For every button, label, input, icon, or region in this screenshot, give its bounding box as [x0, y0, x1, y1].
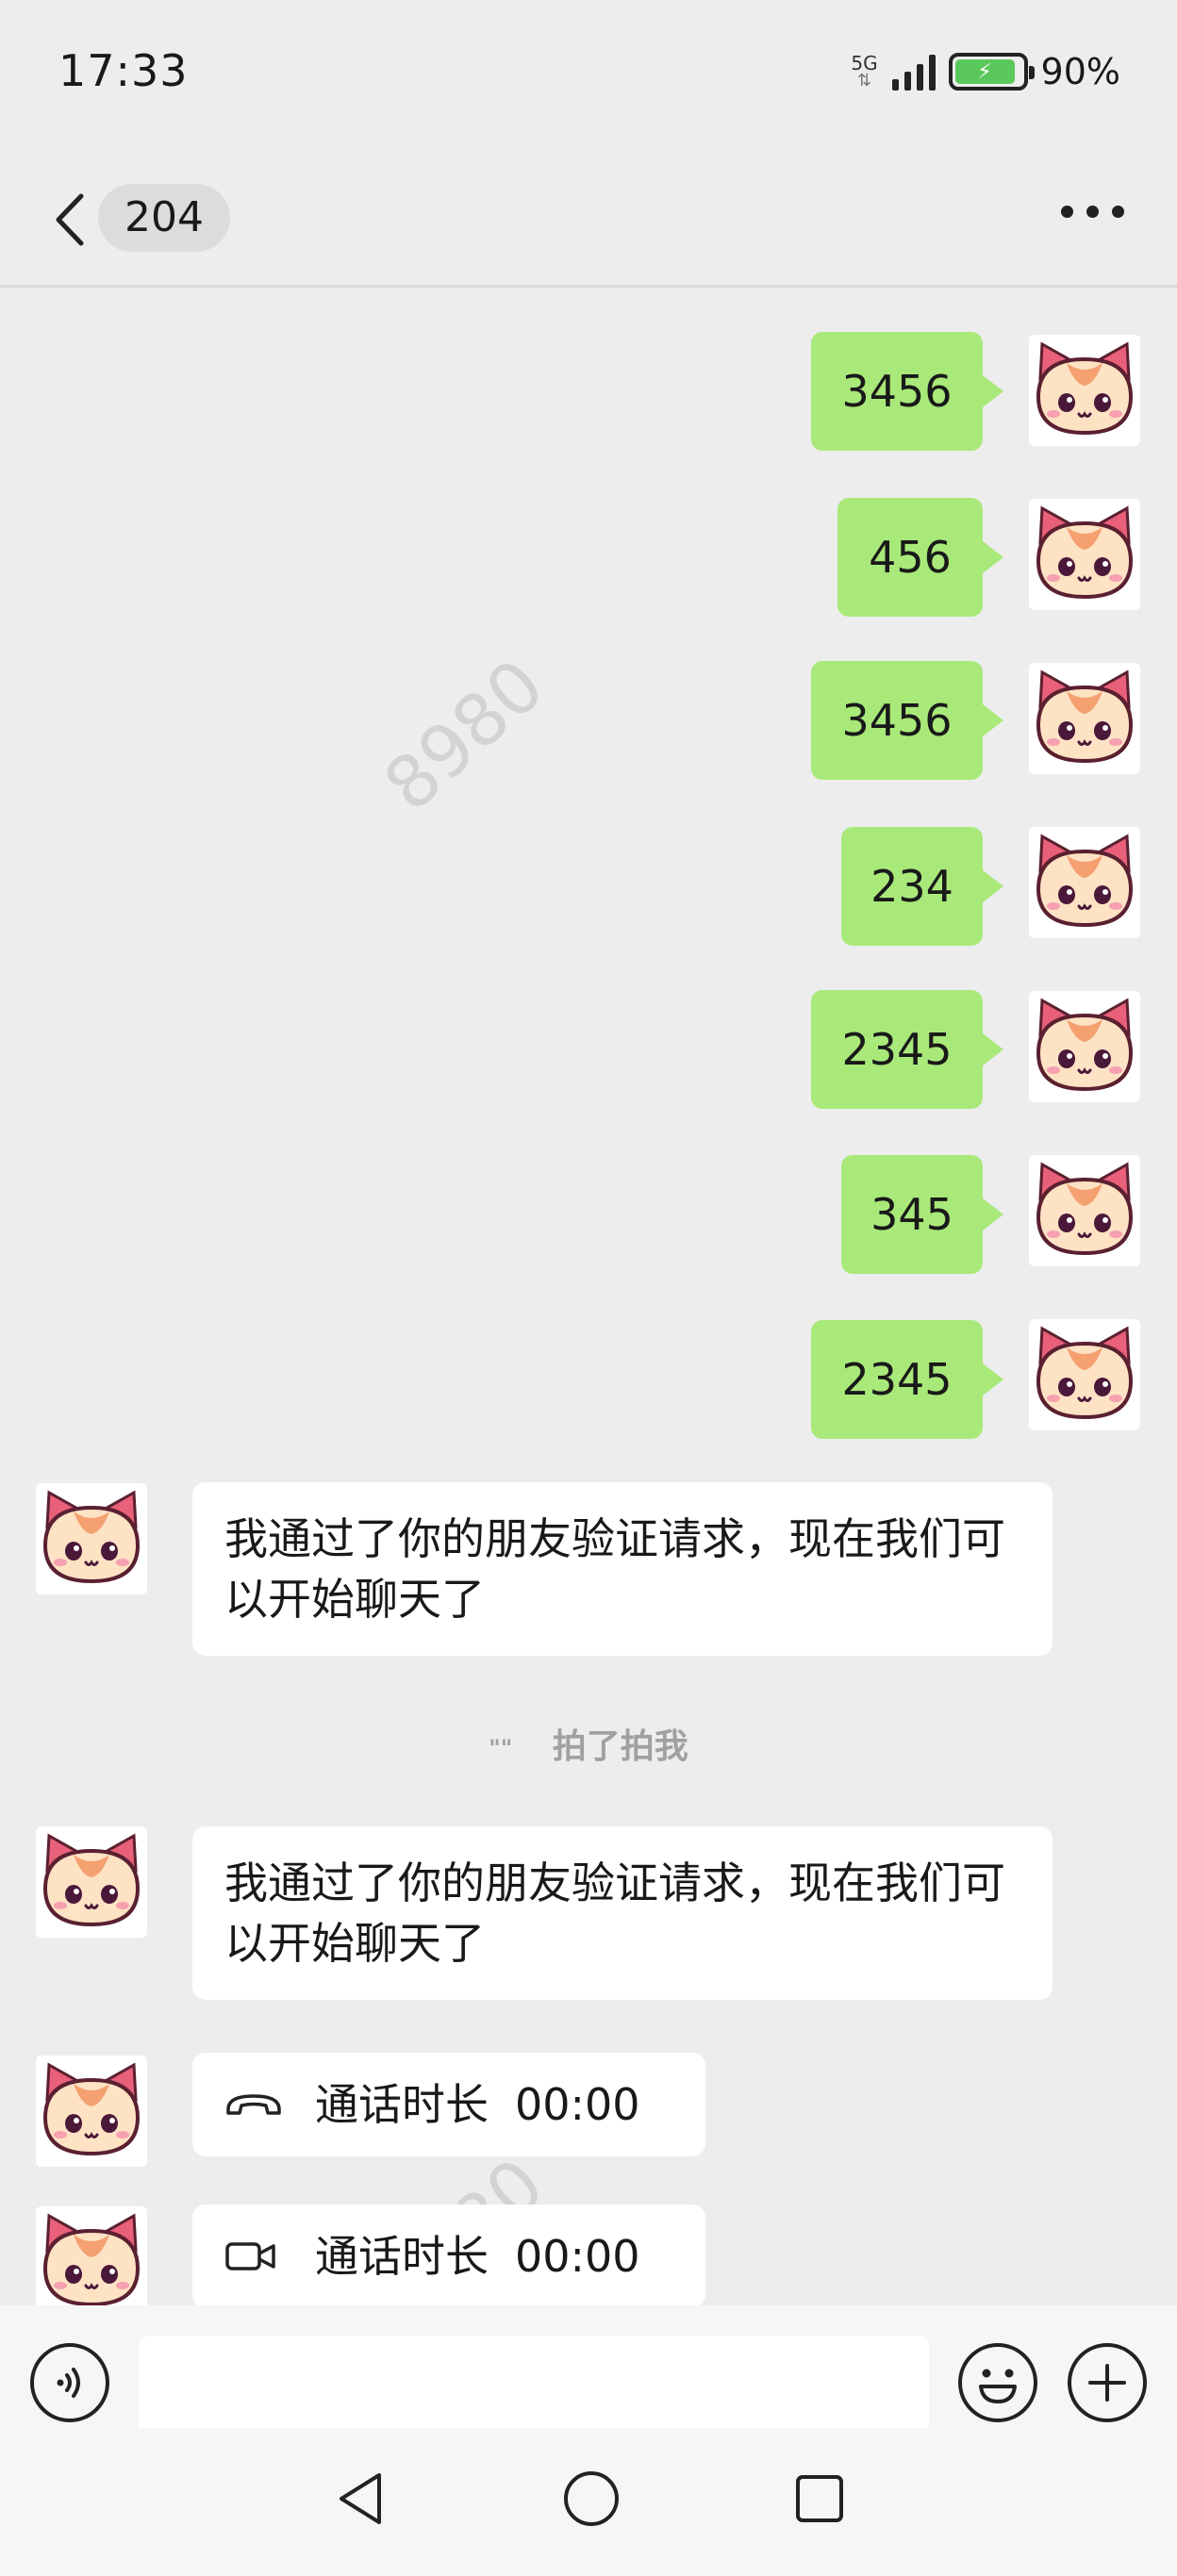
- my-avatar[interactable]: [1029, 1155, 1140, 1266]
- outgoing-message-bubble[interactable]: 3456: [811, 661, 1003, 780]
- outgoing-message-bubble[interactable]: 345: [841, 1155, 1003, 1274]
- square-recent-icon[interactable]: [787, 2466, 853, 2532]
- network-type: 5G ⇅: [851, 52, 878, 91]
- outgoing-message-bubble[interactable]: 2345: [811, 1320, 1003, 1439]
- status-time: 17:33: [58, 45, 189, 96]
- call-label: 通话时长: [315, 2079, 489, 2130]
- status-indicators: 5G ⇅ ⚡ 90%: [851, 43, 1120, 100]
- my-avatar[interactable]: [1029, 827, 1140, 938]
- video-camera-icon: [225, 2242, 275, 2271]
- voice-icon: [57, 2368, 80, 2398]
- my-avatar[interactable]: [1029, 991, 1140, 1102]
- outgoing-message-bubble[interactable]: 234: [841, 827, 1003, 946]
- emoji-button[interactable]: [958, 2343, 1037, 2422]
- pat-notification: "" 拍了拍我: [0, 1719, 1177, 1768]
- phone-handset-icon: [226, 2094, 281, 2115]
- battery-icon: ⚡: [948, 53, 1035, 91]
- triangle-back-icon[interactable]: [330, 2466, 396, 2532]
- battery-percent: 90%: [1040, 51, 1120, 92]
- battery-fill: ⚡: [954, 59, 1015, 84]
- incoming-message-bubble[interactable]: 我通过了你的朋友验证请求，现在我们可以开始聊天了: [192, 1826, 1053, 2000]
- contact-avatar[interactable]: [36, 1483, 147, 1594]
- data-arrows-icon: ⇅: [856, 71, 872, 91]
- contact-avatar[interactable]: [36, 2206, 147, 2305]
- chat-message-list[interactable]: 8980 8980 3456 456 3456 234 2345 345 234…: [0, 288, 1177, 2305]
- outgoing-message-bubble[interactable]: 456: [837, 498, 1003, 617]
- call-duration: 00:00: [515, 2231, 640, 2282]
- chat-header: 204: [0, 141, 1177, 288]
- signal-icon: [891, 53, 936, 91]
- incoming-message-bubble[interactable]: 我通过了你的朋友验证请求，现在我们可以开始聊天了: [192, 1482, 1053, 1656]
- pat-text: 拍了拍我: [552, 1727, 688, 1766]
- watermark: 8980: [368, 642, 560, 828]
- input-bar: [0, 2305, 1177, 2449]
- more-dots-icon: [1061, 206, 1073, 218]
- my-avatar[interactable]: [1029, 335, 1140, 446]
- pat-prefix: "": [489, 1735, 513, 1761]
- back-button[interactable]: [47, 187, 94, 253]
- my-avatar[interactable]: [1029, 1319, 1140, 1430]
- voice-call-record[interactable]: 通话时长 00:00: [192, 2053, 705, 2156]
- status-bar: 17:33 5G ⇅ ⚡ 90%: [0, 0, 1177, 141]
- circle-home-icon[interactable]: [558, 2466, 624, 2532]
- plus-icon: [1088, 2364, 1126, 2402]
- plus-button[interactable]: [1068, 2343, 1147, 2422]
- chat-title[interactable]: 204: [98, 184, 230, 252]
- contact-avatar[interactable]: [36, 2056, 147, 2167]
- call-duration: 00:00: [515, 2079, 640, 2130]
- video-call-record[interactable]: 通话时长 00:00: [192, 2204, 705, 2305]
- chevron-left-icon: [56, 193, 84, 246]
- more-button[interactable]: [1061, 206, 1124, 218]
- my-avatar[interactable]: [1029, 499, 1140, 610]
- system-nav-bar: [0, 2428, 1177, 2576]
- contact-avatar[interactable]: [36, 1826, 147, 1938]
- outgoing-message-bubble[interactable]: 2345: [811, 990, 1003, 1109]
- call-label: 通话时长: [315, 2231, 489, 2282]
- my-avatar[interactable]: [1029, 663, 1140, 774]
- emoji-icon: [979, 2369, 1017, 2403]
- voice-button[interactable]: [30, 2343, 109, 2422]
- outgoing-message-bubble[interactable]: 3456: [811, 332, 1003, 451]
